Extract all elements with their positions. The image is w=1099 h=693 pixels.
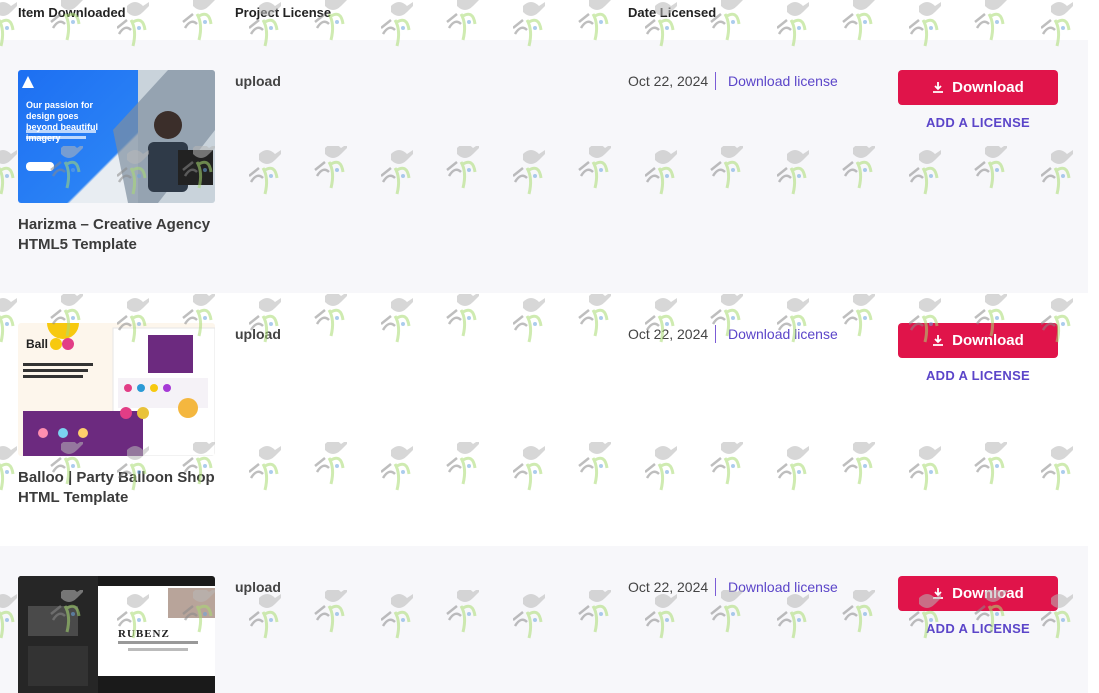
project-license-value: upload: [235, 579, 281, 595]
divider: [715, 325, 716, 343]
download-license-link[interactable]: Download license: [728, 326, 838, 342]
thumb-headline: Our passion for design goes beyond beaut…: [26, 100, 98, 143]
download-button[interactable]: Download: [898, 576, 1058, 611]
add-license-link[interactable]: ADD A LICENSE: [898, 368, 1058, 383]
download-button-label: Download: [952, 79, 1024, 96]
date-licensed-value: Oct 22, 2024: [628, 579, 709, 595]
download-icon: [933, 588, 944, 599]
column-item-downloaded: Item Downloaded: [18, 5, 126, 20]
download-license-link[interactable]: Download license: [728, 73, 838, 89]
download-button[interactable]: Download: [898, 323, 1058, 358]
project-license-value: upload: [235, 326, 281, 342]
rubenz-preview-image: [18, 576, 215, 693]
download-icon: [933, 82, 944, 93]
download-license-link[interactable]: Download license: [728, 579, 838, 595]
table-row: Ball Balloo | Party Balloon Shop HTML Te…: [0, 293, 1088, 546]
item-title[interactable]: Balloo | Party Balloon Shop HTML Templat…: [18, 468, 223, 508]
table-row: RUBENZ upload Oct 22, 2024 Download lice…: [0, 546, 1088, 693]
item-title[interactable]: Harizma – Creative Agency HTML5 Template: [18, 215, 223, 255]
download-button[interactable]: Download: [898, 70, 1058, 105]
date-licensed-value: Oct 22, 2024: [628, 73, 709, 89]
download-button-label: Download: [952, 332, 1024, 349]
thumb-logo: Ball: [26, 337, 49, 351]
thumb-logo: RUBENZ: [118, 628, 170, 640]
project-license-value: upload: [235, 73, 281, 89]
item-thumbnail[interactable]: Ball: [18, 323, 215, 456]
date-licensed-value: Oct 22, 2024: [628, 326, 709, 342]
add-license-link[interactable]: ADD A LICENSE: [898, 621, 1058, 636]
download-button-label: Download: [952, 585, 1024, 602]
table-header: Item Downloaded Project License Date Lic…: [0, 0, 1099, 40]
column-date-licensed: Date Licensed: [628, 5, 717, 20]
table-row: Our passion for design goes beyond beaut…: [0, 40, 1088, 293]
column-project-license: Project License: [235, 5, 332, 20]
item-thumbnail[interactable]: Our passion for design goes beyond beaut…: [18, 70, 215, 203]
divider: [715, 578, 716, 596]
add-license-link[interactable]: ADD A LICENSE: [898, 115, 1058, 130]
download-icon: [933, 335, 944, 346]
item-thumbnail[interactable]: RUBENZ: [18, 576, 215, 693]
divider: [715, 72, 716, 90]
